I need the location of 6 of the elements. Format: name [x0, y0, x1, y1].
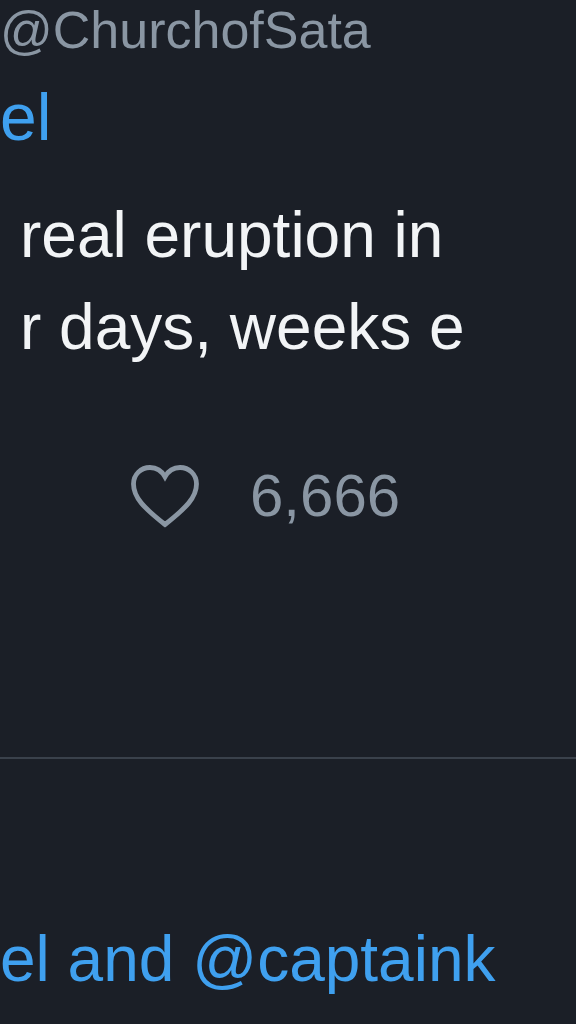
heart-icon[interactable] — [128, 462, 202, 529]
tweet-text: real eruption in — [20, 200, 444, 271]
user-handle: @ChurchofSata — [0, 4, 371, 56]
like-count: 6,666 — [250, 465, 401, 526]
tweet-text: r days, weeks e — [20, 292, 465, 363]
mention-link[interactable]: el — [0, 84, 52, 150]
